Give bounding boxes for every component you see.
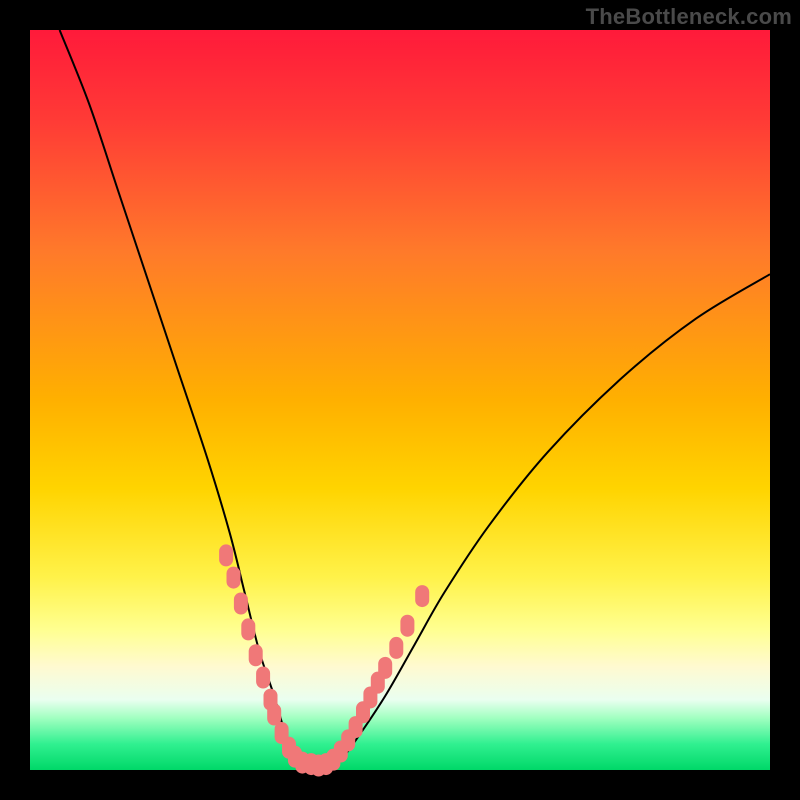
- curve-layer: [30, 30, 770, 770]
- curve-marker: [219, 544, 233, 566]
- curve-marker: [256, 667, 270, 689]
- curve-marker: [389, 637, 403, 659]
- curve-marker: [378, 657, 392, 679]
- curve-marker: [415, 585, 429, 607]
- watermark-text: TheBottleneck.com: [586, 4, 792, 30]
- bottleneck-curve: [60, 30, 770, 767]
- curve-marker: [241, 618, 255, 640]
- curve-marker: [267, 704, 281, 726]
- plot-area: [30, 30, 770, 770]
- marker-cluster-left: [219, 544, 318, 775]
- curve-marker: [234, 593, 248, 615]
- chart-frame: TheBottleneck.com: [0, 0, 800, 800]
- marker-cluster-right: [312, 585, 430, 776]
- curve-marker: [400, 615, 414, 637]
- curve-marker: [227, 567, 241, 589]
- curve-marker: [249, 644, 263, 666]
